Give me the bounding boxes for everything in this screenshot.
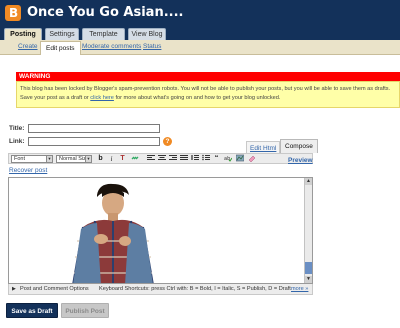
subtab-moderate-comments[interactable]: Moderate comments	[82, 43, 141, 50]
edit-html-tab[interactable]: Edit Html	[246, 141, 281, 153]
keyboard-shortcuts-text: Keyboard Shortcuts: press Ctrl with: B =…	[99, 286, 291, 292]
eraser-icon[interactable]	[247, 154, 256, 164]
link-input[interactable]	[28, 137, 160, 146]
blockquote-icon[interactable]: “	[212, 154, 221, 164]
svg-text:ab: ab	[224, 156, 230, 162]
tab-settings[interactable]: Settings	[45, 28, 79, 40]
publish-post-button[interactable]: Publish Post	[61, 303, 109, 318]
warning-line-1: This blog has been locked by Blogger's s…	[20, 86, 391, 92]
editor-scrollbar[interactable]: ▲ ▼	[304, 178, 312, 283]
more-shortcuts-link[interactable]: more »	[291, 284, 308, 294]
size-select[interactable]: Normal Size ▼	[56, 155, 92, 163]
warning-message: This blog has been locked by Blogger's s…	[16, 81, 400, 108]
editor-toolbar: Font ▼ Normal Size ▼ b i T “ ab	[8, 153, 313, 164]
blogger-header: B Once You Go Asian....	[0, 0, 400, 27]
tab-view-blog[interactable]: View Blog	[128, 28, 166, 40]
warning-line-2: Save your post as a draft or click here …	[20, 94, 396, 103]
main-tabs: Posting Settings Template View Blog	[0, 27, 400, 41]
font-select[interactable]: Font ▼	[11, 155, 53, 163]
chevron-down-icon: ▼	[46, 156, 52, 162]
compose-tab[interactable]: Compose	[280, 139, 318, 153]
posting-subtabs: Create Edit posts Moderate comments Stat…	[0, 40, 400, 55]
preview-link[interactable]: Preview	[288, 157, 313, 164]
warning-text: Save your post as a draft or	[20, 95, 91, 101]
recover-post-link[interactable]: Recover post	[9, 167, 47, 174]
italic-button[interactable]: i	[107, 154, 116, 164]
chevron-down-icon: ▼	[85, 156, 91, 162]
scroll-down-icon[interactable]: ▼	[305, 276, 312, 283]
warning-text: for more about what's going on and how t…	[113, 95, 281, 101]
help-icon[interactable]: ?	[163, 137, 172, 146]
font-select-value: Font	[14, 156, 26, 162]
blog-title: Once You Go Asian....	[27, 5, 184, 20]
title-input[interactable]	[28, 124, 160, 133]
warning-title: WARNING	[16, 72, 400, 81]
subtab-status[interactable]: Status	[143, 43, 161, 50]
align-right-icon[interactable]	[168, 154, 177, 164]
image-icon[interactable]	[235, 154, 244, 164]
tab-template[interactable]: Template	[82, 28, 125, 40]
expand-triangle-icon[interactable]: ▶	[12, 284, 16, 294]
link-icon[interactable]	[130, 154, 139, 164]
spellcheck-icon[interactable]: ab	[223, 154, 232, 164]
post-options-toggle[interactable]: Post and Comment Options	[20, 284, 89, 294]
blogger-logo-icon[interactable]: B	[5, 5, 21, 21]
subtab-create[interactable]: Create	[18, 43, 38, 50]
post-options-bar: ▶ Post and Comment Options Keyboard Shor…	[8, 284, 313, 295]
unlock-info-link[interactable]: click here	[90, 95, 114, 101]
post-body-editor[interactable]: ▲ ▼	[8, 177, 313, 284]
align-center-icon[interactable]	[157, 154, 166, 164]
scroll-thumb[interactable]	[305, 262, 312, 274]
scroll-up-icon[interactable]: ▲	[305, 178, 312, 185]
subtab-edit-posts[interactable]: Edit posts	[40, 41, 81, 55]
align-left-icon[interactable]	[146, 154, 155, 164]
bold-button[interactable]: b	[96, 154, 105, 164]
link-label: Link:	[9, 138, 25, 145]
justify-icon[interactable]	[179, 154, 188, 164]
bullet-list-icon[interactable]	[201, 154, 210, 164]
title-label: Title:	[9, 125, 25, 132]
numbered-list-icon[interactable]	[190, 154, 199, 164]
save-as-draft-button[interactable]: Save as Draft	[6, 303, 58, 318]
post-photo	[72, 183, 154, 283]
text-color-button[interactable]: T	[118, 154, 127, 164]
